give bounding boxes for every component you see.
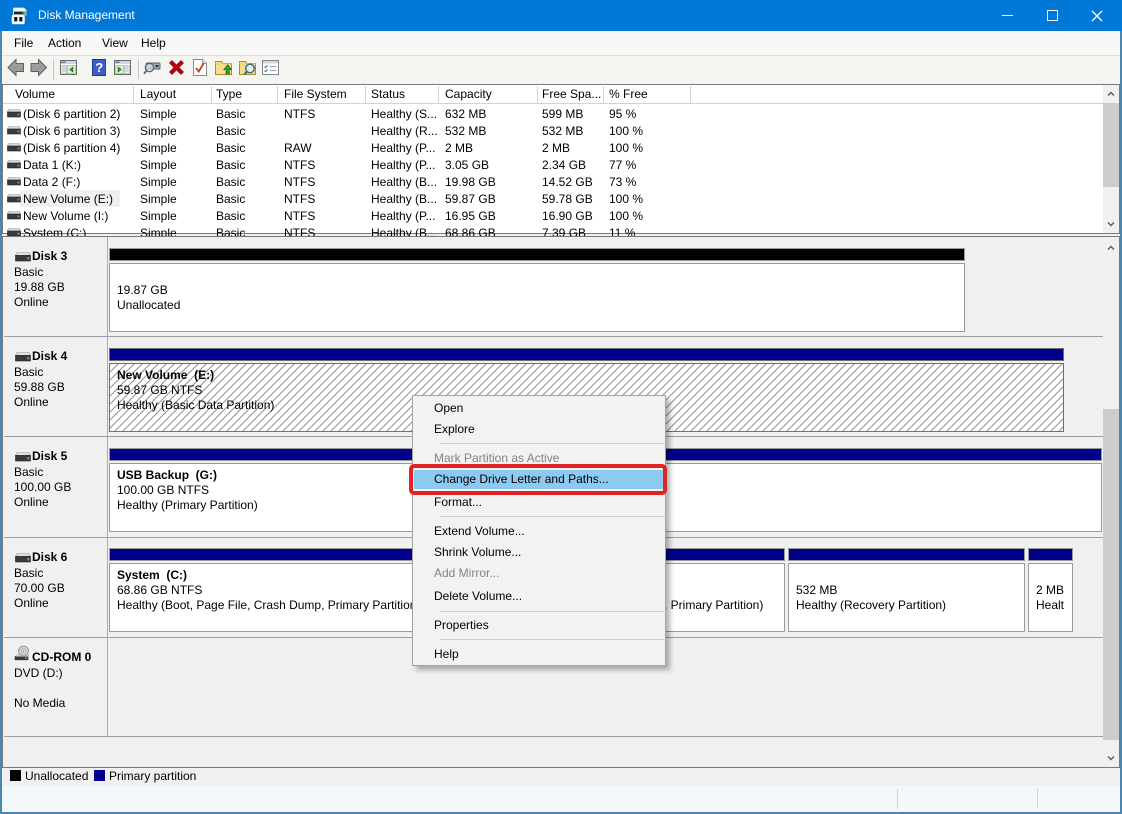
svg-text:?: ? (95, 60, 103, 75)
